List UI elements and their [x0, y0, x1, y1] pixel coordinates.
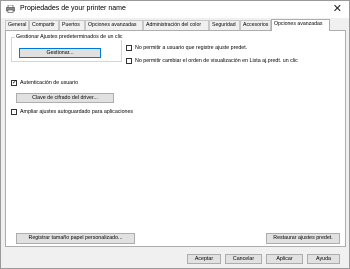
checkbox-box[interactable]: ✓	[11, 80, 17, 86]
help-button[interactable]: Ayuda	[307, 254, 340, 264]
checkbox-box[interactable]	[11, 109, 17, 115]
tab-administracion-color[interactable]: Administración del color	[143, 20, 209, 30]
apply-button[interactable]: Aplicar	[266, 254, 303, 264]
close-icon[interactable]: ✕	[333, 2, 342, 16]
one-click-defaults-group: Gestionar Ajustes predeterminados de un …	[11, 34, 124, 62]
printer-properties-dialog: Propiedades de your printer name ✕ Gener…	[0, 0, 350, 269]
tab-seguridad[interactable]: Seguridad	[209, 20, 240, 30]
tab-opciones-avanzadas-active[interactable]: Opciones avanzadas	[271, 19, 330, 31]
driver-encryption-key-button[interactable]: Clave de cifrado del driver...	[16, 93, 114, 103]
accept-button[interactable]: Aceptar	[187, 254, 221, 264]
restore-defaults-button[interactable]: Restaurar ajustes predet.	[266, 233, 340, 244]
tab-general[interactable]: General	[5, 20, 29, 30]
checkbox-label: Autenticación de usuario	[20, 80, 79, 86]
tab-puertos[interactable]: Puertos	[59, 20, 85, 30]
tab-opciones-avanzadas[interactable]: Opciones avanzadas	[85, 20, 143, 30]
checkbox-box[interactable]	[126, 58, 132, 64]
checkbox-box[interactable]	[126, 45, 132, 51]
title-bar: Propiedades de your printer name ✕	[1, 1, 349, 18]
printer-icon	[6, 5, 15, 13]
window-title: Propiedades de your printer name	[20, 5, 126, 12]
manage-button[interactable]: Gestionar...	[19, 48, 101, 58]
register-custom-paper-button[interactable]: Registrar tamaño papel personalizado...	[16, 233, 135, 244]
cancel-button[interactable]: Cancelar	[225, 254, 262, 264]
tab-content-panel: Gestionar Ajustes predeterminados de un …	[5, 30, 346, 247]
tab-compartir[interactable]: Compartir	[29, 20, 59, 30]
tab-accesorios[interactable]: Accesorios	[240, 20, 271, 30]
checkmark-icon: ✓	[12, 80, 18, 86]
checkbox-label: No permitir cambiar el orden de visualiz…	[135, 58, 298, 64]
group-label: Gestionar Ajustes predeterminados de un …	[15, 34, 124, 40]
checkbox-label: No permitir a usuario que registre ajust…	[135, 45, 248, 51]
checkbox-label: Ampliar ajustes autoguardado para aplica…	[20, 109, 134, 115]
